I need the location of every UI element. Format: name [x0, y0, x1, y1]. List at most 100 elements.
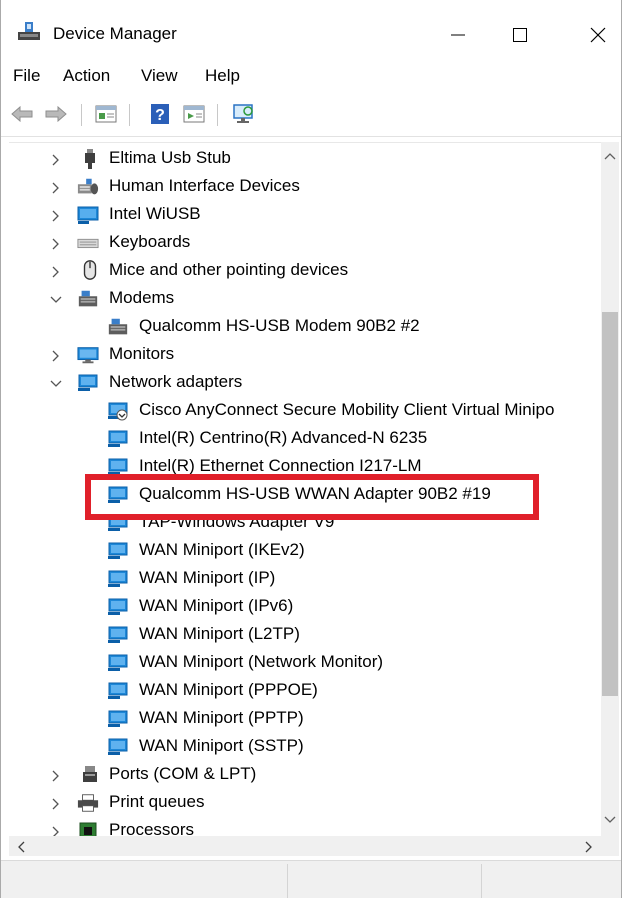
vertical-scroll-thumb[interactable]	[602, 312, 618, 696]
network-adapter-icon	[108, 738, 128, 755]
back-arrow-icon	[11, 106, 33, 122]
tree-node-label: Intel WiUSB	[109, 204, 201, 223]
scroll-up-button[interactable]	[601, 146, 619, 166]
menu-help[interactable]: Help	[205, 66, 240, 86]
scroll-right-button[interactable]	[579, 838, 599, 856]
chevron-down-icon[interactable]	[49, 377, 63, 391]
network-adapter-icon	[108, 570, 128, 587]
close-icon	[590, 27, 606, 43]
properties-button[interactable]	[93, 102, 119, 126]
horizontal-scrollbar[interactable]	[9, 836, 619, 856]
maximize-button[interactable]	[497, 16, 543, 54]
device-manager-app-icon	[18, 22, 40, 40]
tree-node-label: Intel(R) Centrino(R) Advanced-N 6235	[139, 428, 428, 447]
tree-node[interactable]: Monitors	[9, 341, 601, 369]
help-button[interactable]: ?	[147, 102, 173, 126]
tree-node-label: Print queues	[109, 792, 205, 811]
network-adapter-icon	[108, 598, 128, 615]
chevron-up-icon	[604, 153, 616, 160]
properties-icon	[95, 105, 117, 123]
scan-hardware-icon	[233, 104, 253, 123]
tree-node-label: WAN Miniport (IP)	[139, 568, 276, 587]
tree-node[interactable]: WAN Miniport (SSTP)	[9, 733, 601, 761]
tree-node-label: Network adapters	[109, 372, 243, 391]
tree-node[interactable]: Ports (COM & LPT)	[9, 761, 601, 789]
chevron-right-icon[interactable]	[49, 769, 63, 783]
tree-node[interactable]: Network adapters	[9, 369, 601, 397]
chevron-right-icon[interactable]	[49, 265, 63, 279]
chevron-right-icon[interactable]	[49, 153, 63, 167]
scroll-left-button[interactable]	[11, 838, 31, 856]
network-adapter-icon	[108, 542, 128, 559]
toolbar-divider	[1, 136, 621, 137]
tree-node[interactable]: WAN Miniport (PPTP)	[9, 705, 601, 733]
tree-node[interactable]: WAN Miniport (L2TP)	[9, 621, 601, 649]
toolbar: ?	[1, 96, 621, 132]
scan-hardware-button[interactable]	[231, 102, 257, 126]
tree-node[interactable]: Qualcomm HS-USB Modem 90B2 #2	[9, 313, 601, 341]
device-manager-window: Device Manager File Action View Help ? E…	[0, 0, 622, 898]
menu-bar: File Action View Help	[1, 60, 621, 90]
tree-node[interactable]: Processors	[9, 817, 601, 838]
chevron-right-icon[interactable]	[49, 797, 63, 811]
tree-node[interactable]: WAN Miniport (IKEv2)	[9, 537, 601, 565]
tree-node-label: WAN Miniport (PPPOE)	[139, 680, 318, 699]
update-driver-icon	[183, 105, 205, 123]
toolbar-separator	[129, 104, 130, 126]
forward-button[interactable]	[43, 102, 69, 126]
mouse-icon	[83, 260, 97, 280]
svg-text:?: ?	[155, 107, 165, 124]
monitor-icon	[77, 347, 99, 364]
network-adapter-icon	[108, 710, 128, 727]
menu-file[interactable]: File	[13, 66, 40, 86]
tree-node[interactable]: Intel WiUSB	[9, 201, 601, 229]
tree-node[interactable]: Cisco AnyConnect Secure Mobility Client …	[9, 397, 601, 425]
tree-node[interactable]: Print queues	[9, 789, 601, 817]
menu-action[interactable]: Action	[63, 66, 110, 86]
minimize-icon	[451, 34, 465, 36]
title-bar[interactable]: Device Manager	[1, 0, 621, 54]
forward-arrow-icon	[45, 106, 67, 122]
scroll-down-button[interactable]	[601, 810, 619, 830]
network-adapter-icon	[108, 682, 128, 699]
chevron-left-icon	[18, 841, 25, 853]
tree-node[interactable]: Intel(R) Centrino(R) Advanced-N 6235	[9, 425, 601, 453]
tree-node[interactable]: Eltima Usb Stub	[9, 145, 601, 173]
window-title: Device Manager	[53, 24, 177, 43]
chevron-right-icon[interactable]	[49, 209, 63, 223]
help-icon: ?	[151, 104, 169, 124]
network-adapter-icon	[108, 430, 128, 447]
chevron-right-icon[interactable]	[49, 237, 63, 251]
tree-node-label: WAN Miniport (IKEv2)	[139, 540, 305, 559]
tree-node[interactable]: Keyboards	[9, 229, 601, 257]
tree-node[interactable]: WAN Miniport (PPPOE)	[9, 677, 601, 705]
tree-node[interactable]: Mice and other pointing devices	[9, 257, 601, 285]
modem-icon	[108, 318, 128, 335]
monitor-network-icon	[77, 206, 99, 224]
tree-node-label: Ports (COM & LPT)	[109, 764, 257, 783]
close-button[interactable]	[575, 16, 621, 54]
tree-node[interactable]: WAN Miniport (Network Monitor)	[9, 649, 601, 677]
tree-node[interactable]: WAN Miniport (IPv6)	[9, 593, 601, 621]
tree-node-label: WAN Miniport (Network Monitor)	[139, 652, 384, 671]
back-button[interactable]	[9, 102, 35, 126]
minimize-button[interactable]	[435, 16, 481, 54]
keyboard-icon	[77, 238, 99, 249]
hid-icon	[77, 178, 99, 195]
tree-node-label: Human Interface Devices	[109, 176, 300, 195]
chevron-right-icon[interactable]	[49, 181, 63, 195]
chevron-right-icon[interactable]	[49, 349, 63, 363]
port-icon	[83, 766, 97, 782]
update-driver-button[interactable]	[181, 102, 207, 126]
network-adapter-download-icon	[108, 402, 128, 421]
tree-node-label: Modems	[109, 288, 175, 307]
tree-node[interactable]: Modems	[9, 285, 601, 313]
highlight-box	[85, 474, 539, 520]
menu-view[interactable]: View	[141, 66, 178, 86]
tree-node[interactable]: WAN Miniport (IP)	[9, 565, 601, 593]
tree-node-label: WAN Miniport (SSTP)	[139, 736, 304, 755]
network-adapter-icon	[108, 654, 128, 671]
chevron-down-icon[interactable]	[49, 293, 63, 307]
tree-node-label: WAN Miniport (IPv6)	[139, 596, 294, 615]
tree-node[interactable]: Human Interface Devices	[9, 173, 601, 201]
